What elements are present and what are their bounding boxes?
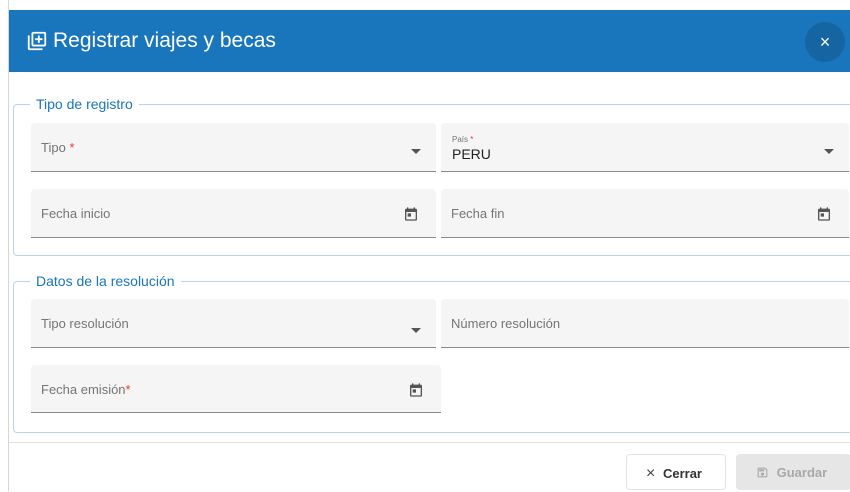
cerrar-label: Cerrar bbox=[662, 465, 702, 481]
required-marker: * bbox=[125, 382, 131, 397]
fecha-inicio-label: Fecha inicio bbox=[41, 206, 111, 221]
pais-label: País bbox=[452, 135, 469, 144]
tipo-de-registro-legend: Tipo de registro bbox=[36, 96, 133, 112]
fecha-emision-field[interactable]: Fecha emisión* bbox=[31, 365, 441, 413]
dropdown-arrow-icon bbox=[824, 149, 834, 154]
required-marker: * bbox=[69, 140, 75, 155]
required-marker: * bbox=[470, 135, 474, 144]
pais-select[interactable]: País * PERU bbox=[441, 123, 849, 172]
tipo-resolucion-label: Tipo resolución bbox=[41, 316, 129, 331]
close-icon: × bbox=[646, 464, 656, 482]
pais-value: PERU bbox=[452, 146, 491, 162]
tipo-select[interactable]: Tipo * bbox=[31, 123, 436, 172]
calendar-icon[interactable] bbox=[408, 382, 424, 398]
fecha-fin-field[interactable]: Fecha fin bbox=[441, 189, 849, 238]
fecha-fin-label: Fecha fin bbox=[451, 206, 505, 221]
numero-resolucion-field[interactable]: Número resolución bbox=[441, 299, 849, 348]
fecha-inicio-field[interactable]: Fecha inicio bbox=[31, 189, 436, 238]
dropdown-arrow-icon bbox=[411, 149, 421, 154]
cerrar-button[interactable]: × Cerrar bbox=[626, 454, 726, 490]
guardar-label: Guardar bbox=[776, 464, 828, 480]
guardar-button[interactable]: Guardar bbox=[736, 454, 850, 490]
add-box-icon bbox=[27, 31, 47, 51]
dialog: Registrar viajes y becas × Tipo de regis… bbox=[8, 0, 850, 491]
calendar-icon[interactable] bbox=[816, 206, 832, 222]
calendar-icon[interactable] bbox=[403, 206, 419, 222]
tipo-label: Tipo bbox=[41, 140, 66, 155]
numero-resolucion-label: Número resolución bbox=[451, 316, 561, 331]
datos-resolucion-legend: Datos de la resolución bbox=[36, 273, 175, 289]
dropdown-arrow-icon bbox=[411, 328, 421, 333]
fecha-emision-label: Fecha emisión bbox=[41, 382, 126, 397]
close-dialog-button[interactable]: × bbox=[805, 22, 845, 62]
footer-divider bbox=[9, 442, 850, 443]
tipo-resolucion-select[interactable]: Tipo resolución bbox=[31, 299, 436, 348]
close-icon: × bbox=[819, 32, 831, 52]
dialog-header: Registrar viajes y becas × bbox=[9, 10, 850, 72]
dialog-title: Registrar viajes y becas bbox=[53, 29, 276, 52]
save-icon bbox=[757, 467, 768, 478]
